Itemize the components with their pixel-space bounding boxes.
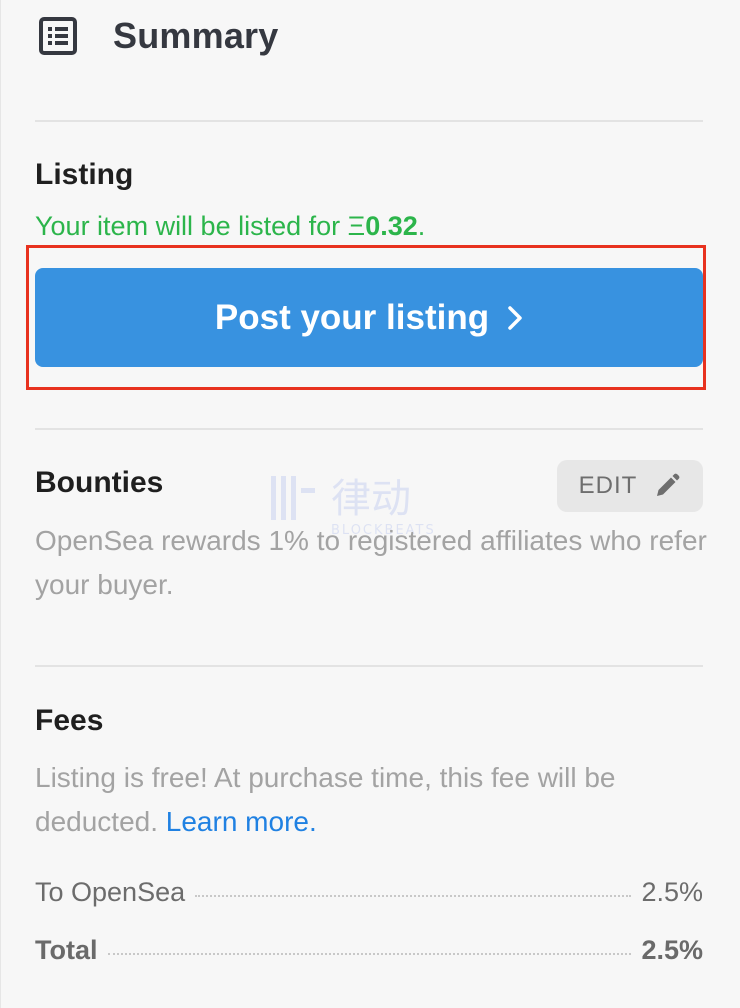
fee-row-opensea: To OpenSea 2.5% [35, 877, 703, 908]
learn-more-link[interactable]: Learn more. [166, 806, 317, 837]
summary-title: Summary [113, 15, 279, 56]
fee-total-label: Total [35, 935, 98, 965]
fees-description-text: Listing is free! At purchase time, this … [35, 762, 616, 837]
listing-title: Listing [35, 158, 134, 191]
listing-price-amount: 0.32 [365, 211, 418, 241]
post-listing-label: Post your listing [214, 297, 490, 337]
listing-price-prefix: Your item will be listed for [35, 211, 348, 241]
dotted-leader [195, 895, 632, 897]
edit-label: EDIT [578, 472, 638, 499]
eth-symbol: Ξ [347, 211, 366, 241]
fee-total-value: 2.5% [641, 935, 703, 965]
post-listing-button[interactable]: Post your listing [35, 268, 703, 367]
divider [35, 120, 703, 122]
fee-value: 2.5% [641, 877, 703, 907]
list-document-icon [39, 17, 77, 55]
fees-description: Listing is free! At purchase time, this … [35, 756, 715, 844]
bounties-title: Bounties [35, 466, 164, 499]
listing-price-text: Your item will be listed for Ξ0.32. [35, 211, 425, 242]
fee-label: To OpenSea [35, 877, 186, 907]
divider [35, 428, 703, 430]
listing-price-suffix: . [417, 211, 426, 241]
dotted-leader [107, 953, 632, 955]
watermark-text: 律动 [331, 476, 411, 522]
edit-bounties-button[interactable]: EDIT [557, 460, 703, 512]
divider [35, 665, 703, 667]
fee-row-total: Total 2.5% [35, 935, 703, 966]
bounties-description: OpenSea rewards 1% to registered affilia… [35, 525, 707, 600]
summary-panel: Summary Listing Your item will be listed… [0, 0, 740, 1008]
chevron-right-icon [507, 305, 523, 331]
summary-header: Summary [39, 12, 278, 60]
pencil-icon [653, 472, 681, 500]
fees-title: Fees [35, 704, 104, 737]
